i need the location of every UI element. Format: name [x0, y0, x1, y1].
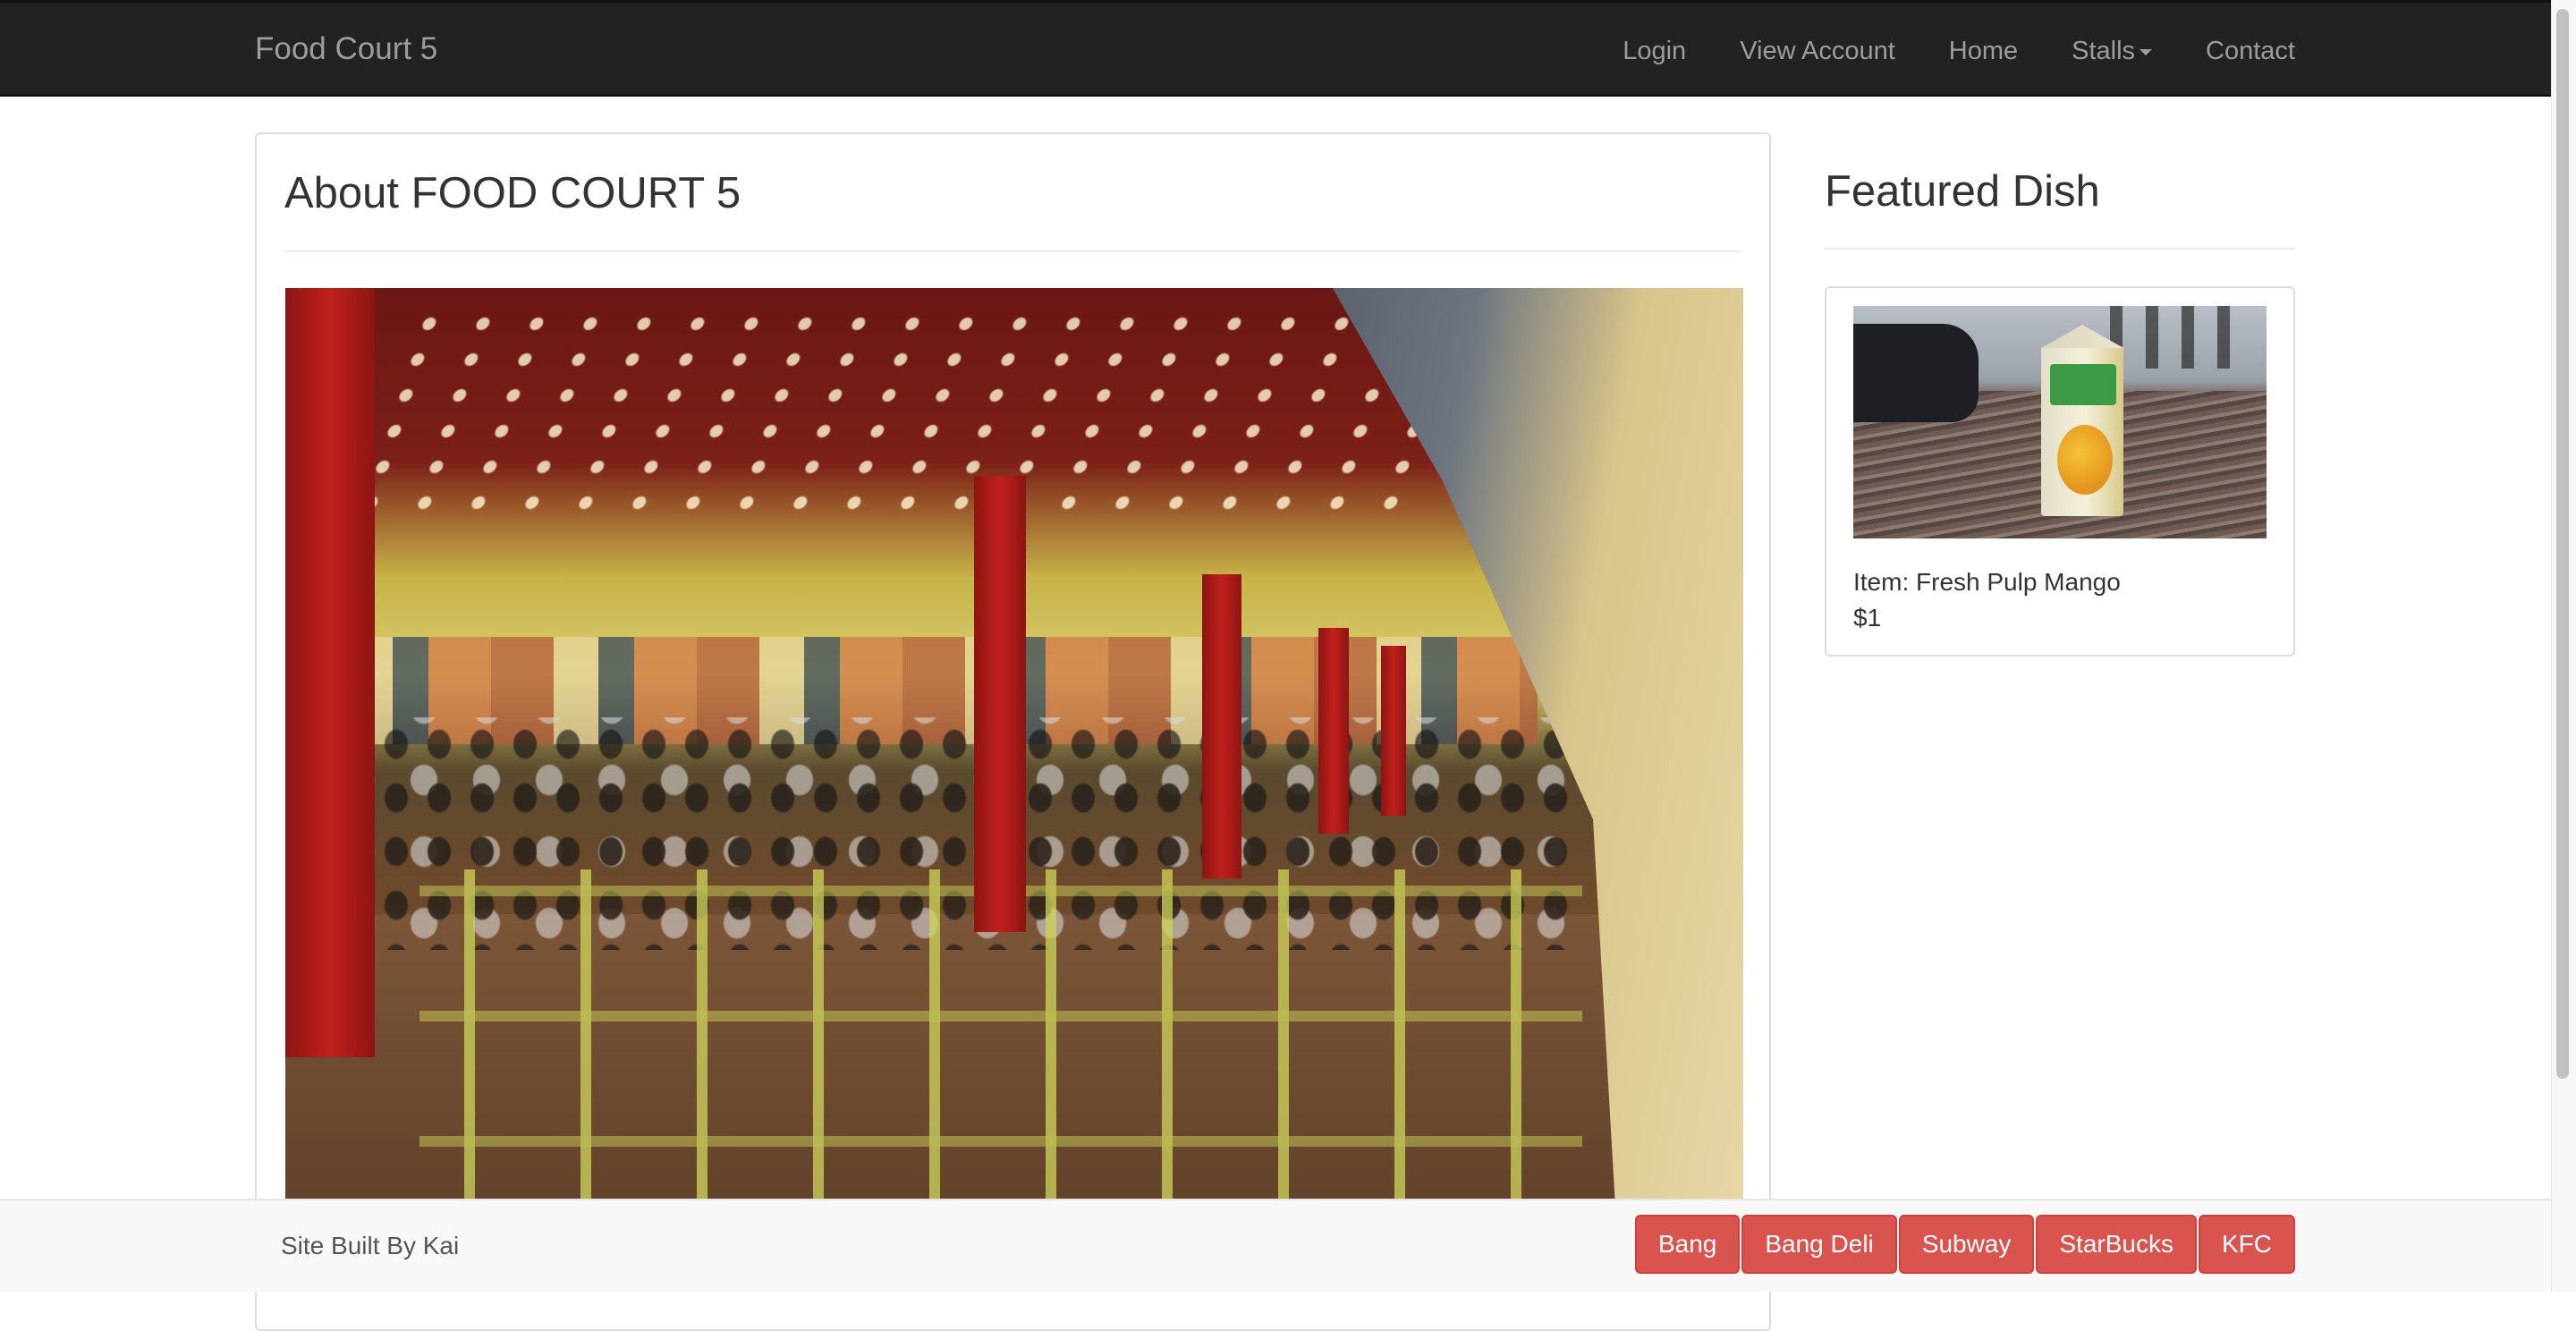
pillar	[1381, 646, 1406, 816]
bag	[1853, 324, 1979, 422]
featured-title: Featured Dish	[1825, 167, 2100, 216]
dish-price: $1	[1853, 604, 1882, 632]
stall-button-bang[interactable]: Bang	[1634, 1215, 1741, 1274]
pillar	[1318, 628, 1349, 834]
stall-button-group: Bang Bang Deli Subway StarBucks KFC	[1634, 1215, 2295, 1274]
brand-link[interactable]: Food Court 5	[255, 31, 437, 67]
stall-button-subway[interactable]: Subway	[1898, 1215, 2035, 1274]
about-divider	[284, 250, 1742, 252]
stall-button-kfc[interactable]: KFC	[2199, 1215, 2295, 1274]
featured-dish-card[interactable]: Item: Fresh Pulp Mango $1	[1825, 286, 2295, 657]
juice-carton	[2041, 346, 2123, 516]
about-title: About FOOD COURT 5	[284, 169, 741, 217]
food-court-photo	[285, 288, 1743, 1254]
stall-button-starbucks[interactable]: StarBucks	[2036, 1215, 2197, 1274]
pillar	[974, 476, 1026, 932]
nav-home-label: Home	[1948, 37, 2019, 65]
footer-bar: Site Built By Kai Bang Bang Deli Subway …	[0, 1199, 2551, 1292]
footer-credit: Site Built By Kai	[281, 1232, 460, 1259]
nav-home[interactable]: Home	[1922, 35, 2045, 67]
stall-button-bang-deli[interactable]: Bang Deli	[1741, 1215, 1897, 1274]
pillar	[1202, 574, 1241, 878]
dish-photo	[1853, 306, 2267, 538]
nav-contact-label: Contact	[2206, 37, 2295, 65]
nav-login-label: Login	[1623, 37, 1687, 65]
nav-stalls-label: Stalls	[2072, 37, 2136, 65]
nav-login[interactable]: Login	[1596, 35, 1713, 67]
carton-label	[2050, 364, 2116, 405]
background-people	[2110, 306, 2253, 369]
nav-stalls-dropdown[interactable]: Stalls	[2045, 35, 2179, 67]
nav-view-account-label: View Account	[1740, 37, 1895, 65]
ceiling-lights	[341, 306, 1482, 512]
caret-down-icon	[2140, 49, 2153, 55]
nav-view-account[interactable]: View Account	[1713, 35, 1922, 67]
pillar	[285, 288, 375, 1057]
nav-contact[interactable]: Contact	[2179, 35, 2295, 67]
featured-divider	[1825, 248, 2295, 250]
scrollbar-thumb[interactable]	[2556, 9, 2569, 1079]
about-panel: About FOOD COURT 5	[255, 132, 1771, 1331]
top-navbar: Food Court 5 Login View Account Home Sta…	[0, 0, 2551, 97]
dish-item-name: Item: Fresh Pulp Mango	[1853, 568, 2121, 596]
nav-menu: Login View Account Home Stalls Contact	[1596, 35, 2295, 67]
